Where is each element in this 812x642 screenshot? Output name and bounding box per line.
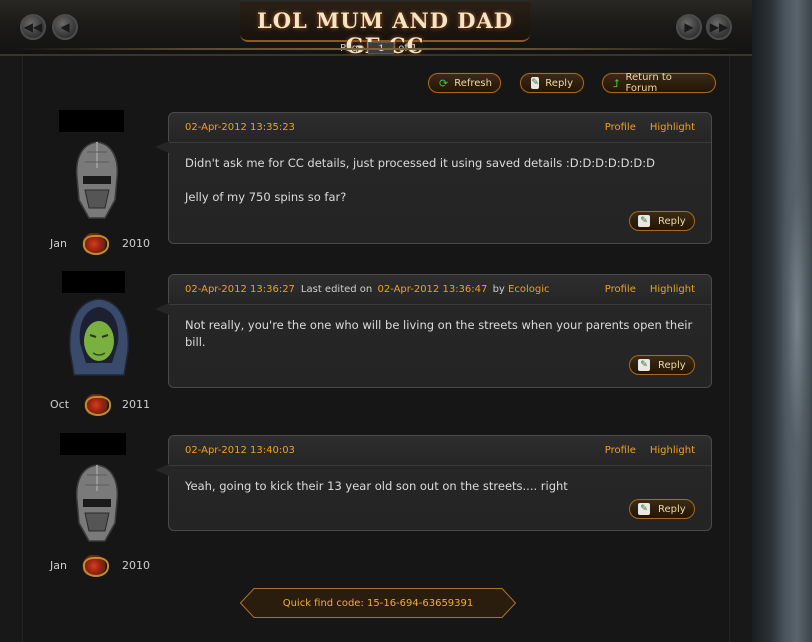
- hooded-green-avatar[interactable]: [66, 297, 132, 377]
- return-label: Return to Forum: [625, 72, 672, 94]
- author-join-date: Jan 2010: [50, 555, 150, 577]
- next-page-button[interactable]: ▶: [676, 14, 702, 40]
- thread-header: ◀◀ ◀ LOL MUM AND DAD GF CC Page of 1 ▶ ▶…: [0, 0, 752, 58]
- reply-label: Reply: [658, 215, 686, 227]
- page-number-input[interactable]: [368, 42, 395, 54]
- edited-prefix: Last edited on: [300, 284, 373, 295]
- post-text-line: Yeah, going to kick their 13 year old so…: [185, 479, 568, 493]
- edited-note: Last edited on 02-Apr-2012 13:36:47 by E…: [301, 284, 550, 295]
- post-body: Yeah, going to kick their 13 year old so…: [169, 466, 711, 495]
- refresh-label: Refresh: [454, 77, 492, 89]
- pager: Page of 1: [340, 41, 430, 55]
- rank-badge-icon: [82, 555, 110, 577]
- title-plate: LOL MUM AND DAD GF CC: [240, 2, 530, 58]
- reply-icon: ✎: [531, 77, 540, 89]
- join-month: Jan: [50, 558, 67, 572]
- post-date: 02-Apr-2012 13:35:23: [185, 122, 295, 133]
- post-3: 02-Apr-2012 13:40:03 Profile Highlight Y…: [168, 435, 712, 531]
- post-header: 02-Apr-2012 13:35:23 Profile Highlight: [169, 113, 711, 143]
- reply-icon: ✎: [638, 503, 650, 515]
- join-month: Oct: [50, 397, 70, 411]
- profile-link[interactable]: Profile: [605, 445, 636, 456]
- page-total: of 1: [398, 42, 418, 54]
- author-name-redacted: [59, 110, 124, 132]
- forum-thread-panel: ◀◀ ◀ LOL MUM AND DAD GF CC Page of 1 ▶ ▶…: [0, 0, 752, 642]
- join-year: 2010: [122, 558, 150, 572]
- knight-helmet-avatar[interactable]: [67, 138, 127, 226]
- quick-find-text: Quick find code: 15-16-694-63659391: [282, 597, 474, 609]
- profile-link[interactable]: Profile: [605, 122, 636, 133]
- highlight-link[interactable]: Highlight: [650, 284, 695, 295]
- highlight-link[interactable]: Highlight: [650, 122, 695, 133]
- reply-label: Reply: [658, 503, 686, 515]
- join-year: 2010: [122, 236, 150, 250]
- return-to-forum-button[interactable]: ⮥ Return to Forum: [602, 72, 716, 94]
- prev-page-button[interactable]: ◀: [52, 14, 78, 40]
- post-reply-button[interactable]: ✎ Reply: [629, 355, 695, 375]
- join-year: 2011: [122, 397, 150, 411]
- post-reply-button[interactable]: ✎ Reply: [629, 211, 695, 231]
- reply-icon: ✎: [638, 359, 650, 371]
- reply-thread-button[interactable]: ✎ Reply: [520, 73, 584, 93]
- edited-date: 02-Apr-2012 13:36:47: [377, 284, 488, 295]
- edited-user-link[interactable]: Ecologic: [508, 284, 549, 295]
- refresh-button[interactable]: ⟳ Refresh: [428, 73, 501, 93]
- post-header: 02-Apr-2012 13:40:03 Profile Highlight: [169, 436, 711, 466]
- reply-icon: ✎: [638, 215, 650, 227]
- rank-badge-icon: [82, 233, 110, 255]
- post-reply-button[interactable]: ✎ Reply: [629, 499, 695, 519]
- post-text-line: Not really, you're the one who will be l…: [185, 318, 693, 349]
- post-text-line: Jelly of my 750 spins so far?: [185, 190, 347, 204]
- quick-find-code: Quick find code: 15-16-694-63659391: [240, 588, 516, 618]
- post-date: 02-Apr-2012 13:36:27: [185, 284, 295, 295]
- author-join-date: Jan 2010: [50, 233, 150, 255]
- reply-label: Reply: [658, 359, 686, 371]
- post-text-line: Didn't ask me for CC details, just proce…: [185, 156, 655, 170]
- profile-link[interactable]: Profile: [605, 284, 636, 295]
- join-month: Jan: [50, 236, 67, 250]
- post-1: 02-Apr-2012 13:35:23 Profile Highlight D…: [168, 112, 712, 244]
- knight-helmet-avatar[interactable]: [67, 461, 127, 549]
- refresh-icon: ⟳: [439, 76, 449, 90]
- first-page-button[interactable]: ◀◀: [20, 14, 46, 40]
- edited-by: by: [492, 284, 505, 295]
- author-name-redacted: [60, 433, 126, 455]
- post-date: 02-Apr-2012 13:40:03: [185, 445, 295, 456]
- reply-thread-label: Reply: [545, 77, 573, 89]
- post-2: 02-Apr-2012 13:36:27 Last edited on 02-A…: [168, 274, 712, 388]
- rank-badge-icon: [83, 394, 111, 416]
- last-page-button[interactable]: ▶▶: [706, 14, 732, 40]
- highlight-link[interactable]: Highlight: [650, 445, 695, 456]
- return-arrow-icon: ⮥: [613, 76, 620, 90]
- post-header: 02-Apr-2012 13:36:27 Last edited on 02-A…: [169, 275, 711, 305]
- author-name-redacted: [62, 271, 125, 293]
- background-scenery: [752, 0, 812, 642]
- post-body: Didn't ask me for CC details, just proce…: [169, 143, 711, 206]
- author-join-date: Oct 2011: [50, 394, 150, 416]
- page-label: Page: [340, 42, 365, 54]
- post-body: Not really, you're the one who will be l…: [169, 305, 711, 351]
